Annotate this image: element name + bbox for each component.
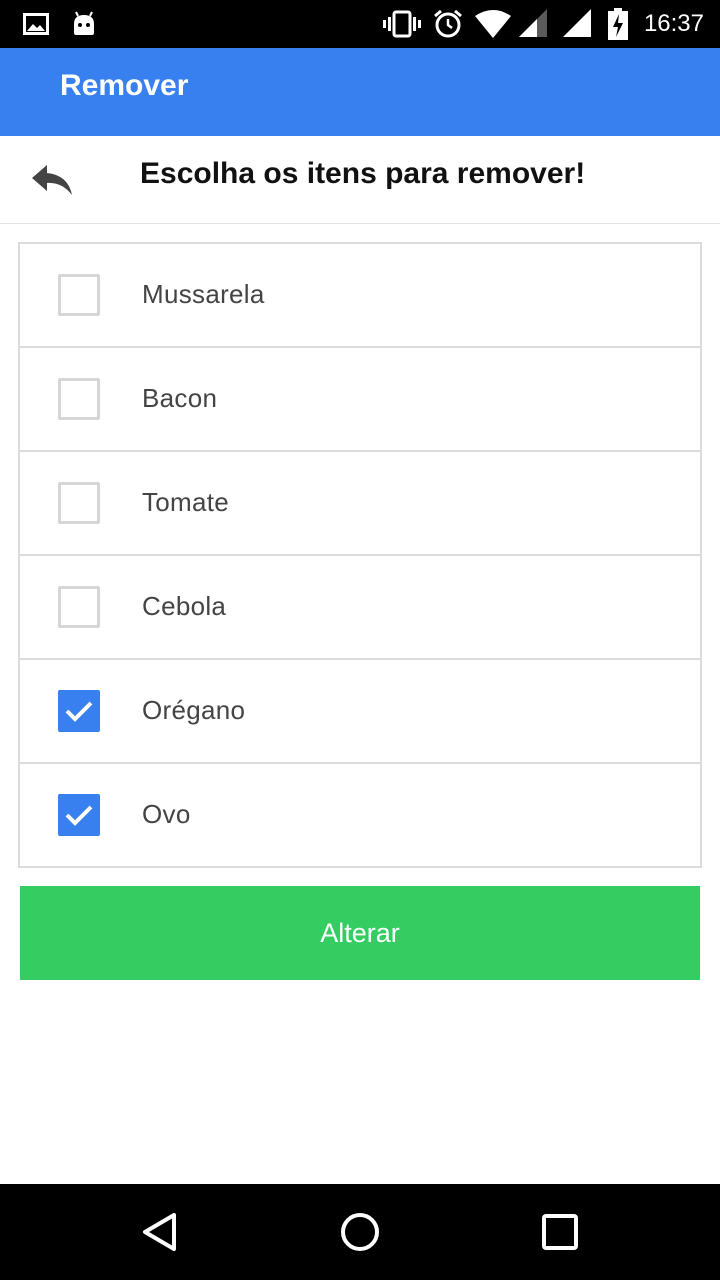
back-triangle-icon [143,1213,176,1251]
page-title: Escolha os itens para remover! [140,157,586,190]
status-bar: 16:37 [0,0,720,48]
signal-icon [516,0,550,48]
wifi-icon [474,0,512,48]
item-label: Tomate [142,487,230,517]
checkbox[interactable] [58,482,100,524]
app-bar: Remover [0,48,720,136]
home-circle-icon [341,1213,379,1251]
list-item-bacon[interactable]: Bacon [20,348,700,452]
item-label: Bacon [142,383,218,413]
ingredient-list: Mussarela Bacon Tomate Cebola Orégano Ov… [18,242,702,868]
recents-square-icon [542,1214,578,1250]
list-item-cebola[interactable]: Cebola [20,556,700,660]
list-item-mussarela[interactable]: Mussarela [20,244,700,348]
checkbox[interactable] [58,378,100,420]
checkbox[interactable] [58,274,100,316]
nav-back-button[interactable] [112,1184,208,1280]
item-label: Cebola [142,591,227,621]
signal-icon [560,0,594,48]
gallery-icon [22,0,50,48]
item-label: Mussarela [142,279,265,309]
list-item-ovo[interactable]: Ovo [20,764,700,866]
checkbox[interactable] [58,690,100,732]
nav-recents-button[interactable] [512,1184,608,1280]
nav-home-button[interactable] [312,1184,408,1280]
clock-time: 16:37 [643,10,704,37]
list-item-tomate[interactable]: Tomate [20,452,700,556]
check-icon [65,701,93,722]
page-header: Escolha os itens para remover! [0,136,720,224]
list-item-oregano[interactable]: Orégano [20,660,700,764]
checkbox[interactable] [58,794,100,836]
vibrate-icon [382,0,422,48]
check-icon [65,805,93,826]
app-title: Remover [60,69,189,102]
item-label: Ovo [142,799,191,829]
back-button[interactable] [24,156,80,204]
checkbox[interactable] [58,586,100,628]
alterar-button[interactable]: Alterar [20,886,700,980]
navigation-bar [0,1184,720,1280]
android-icon [70,0,98,48]
reply-arrow-icon [32,165,72,195]
alarm-icon [432,0,464,48]
item-label: Orégano [142,695,246,725]
battery-charging-icon [606,0,630,48]
